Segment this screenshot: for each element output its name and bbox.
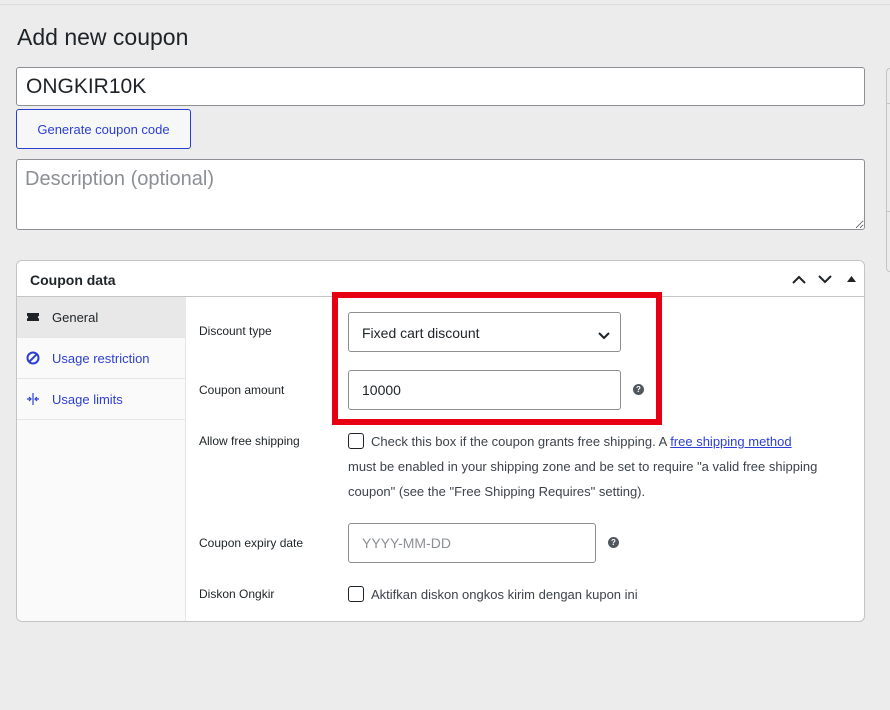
tab-label: General bbox=[52, 310, 99, 325]
panel-header: Coupon data bbox=[17, 261, 864, 297]
move-down-icon[interactable] bbox=[815, 269, 835, 289]
free-shipping-checkbox[interactable] bbox=[348, 433, 364, 449]
tab-usage-limits[interactable]: Usage limits bbox=[17, 379, 186, 420]
free-shipping-method-link[interactable]: free shipping method bbox=[670, 434, 791, 449]
coupon-data-panel: Coupon data General Usage restriction Us… bbox=[16, 260, 865, 622]
expiry-date-label: Coupon expiry date bbox=[199, 536, 304, 550]
discount-type-select[interactable]: Fixed cart discount bbox=[348, 312, 621, 352]
free-shipping-description: Check this box if the coupon grants free… bbox=[371, 429, 851, 454]
description-textarea[interactable] bbox=[16, 159, 865, 230]
free-shipping-text-line3: coupon" (see the "Free Shipping Requires… bbox=[348, 484, 646, 499]
coupon-amount-label: Coupon amount bbox=[199, 383, 285, 397]
discount-type-value: Fixed cart discount bbox=[362, 325, 480, 341]
tab-general[interactable]: General bbox=[17, 297, 186, 338]
page-title: Add new coupon bbox=[17, 24, 189, 50]
coupon-data-tabs: General Usage restriction Usage limits bbox=[17, 297, 186, 621]
expiry-date-input[interactable] bbox=[348, 523, 596, 563]
diskon-ongkir-checkbox[interactable] bbox=[348, 586, 364, 602]
panel-title: Coupon data bbox=[30, 272, 116, 288]
diskon-ongkir-label: Diskon Ongkir bbox=[199, 587, 275, 601]
generate-coupon-code-button[interactable]: Generate coupon code bbox=[16, 109, 191, 149]
side-panel-edge bbox=[886, 68, 890, 272]
collapse-toggle-icon[interactable] bbox=[841, 269, 861, 289]
tab-label: Usage limits bbox=[52, 392, 123, 407]
top-bar bbox=[0, 0, 890, 5]
coupon-code-input[interactable] bbox=[16, 67, 865, 106]
chevron-down-icon bbox=[598, 327, 610, 345]
ticket-icon bbox=[26, 310, 40, 324]
blocked-icon bbox=[26, 351, 40, 365]
move-up-icon[interactable] bbox=[789, 269, 809, 289]
coupon-amount-input[interactable] bbox=[348, 370, 621, 410]
free-shipping-label: Allow free shipping bbox=[199, 434, 300, 448]
discount-type-label: Discount type bbox=[199, 324, 272, 338]
diskon-ongkir-description: Aktifkan diskon ongkos kirim dengan kupo… bbox=[371, 587, 638, 602]
help-icon[interactable]: ? bbox=[633, 384, 644, 395]
free-shipping-text-line2: must be enabled in your shipping zone an… bbox=[348, 459, 818, 474]
tab-usage-restriction[interactable]: Usage restriction bbox=[17, 338, 186, 379]
free-shipping-text: Check this box if the coupon grants free… bbox=[371, 434, 671, 449]
limits-icon bbox=[26, 392, 40, 406]
tab-label: Usage restriction bbox=[52, 351, 150, 366]
help-icon[interactable]: ? bbox=[608, 537, 619, 548]
